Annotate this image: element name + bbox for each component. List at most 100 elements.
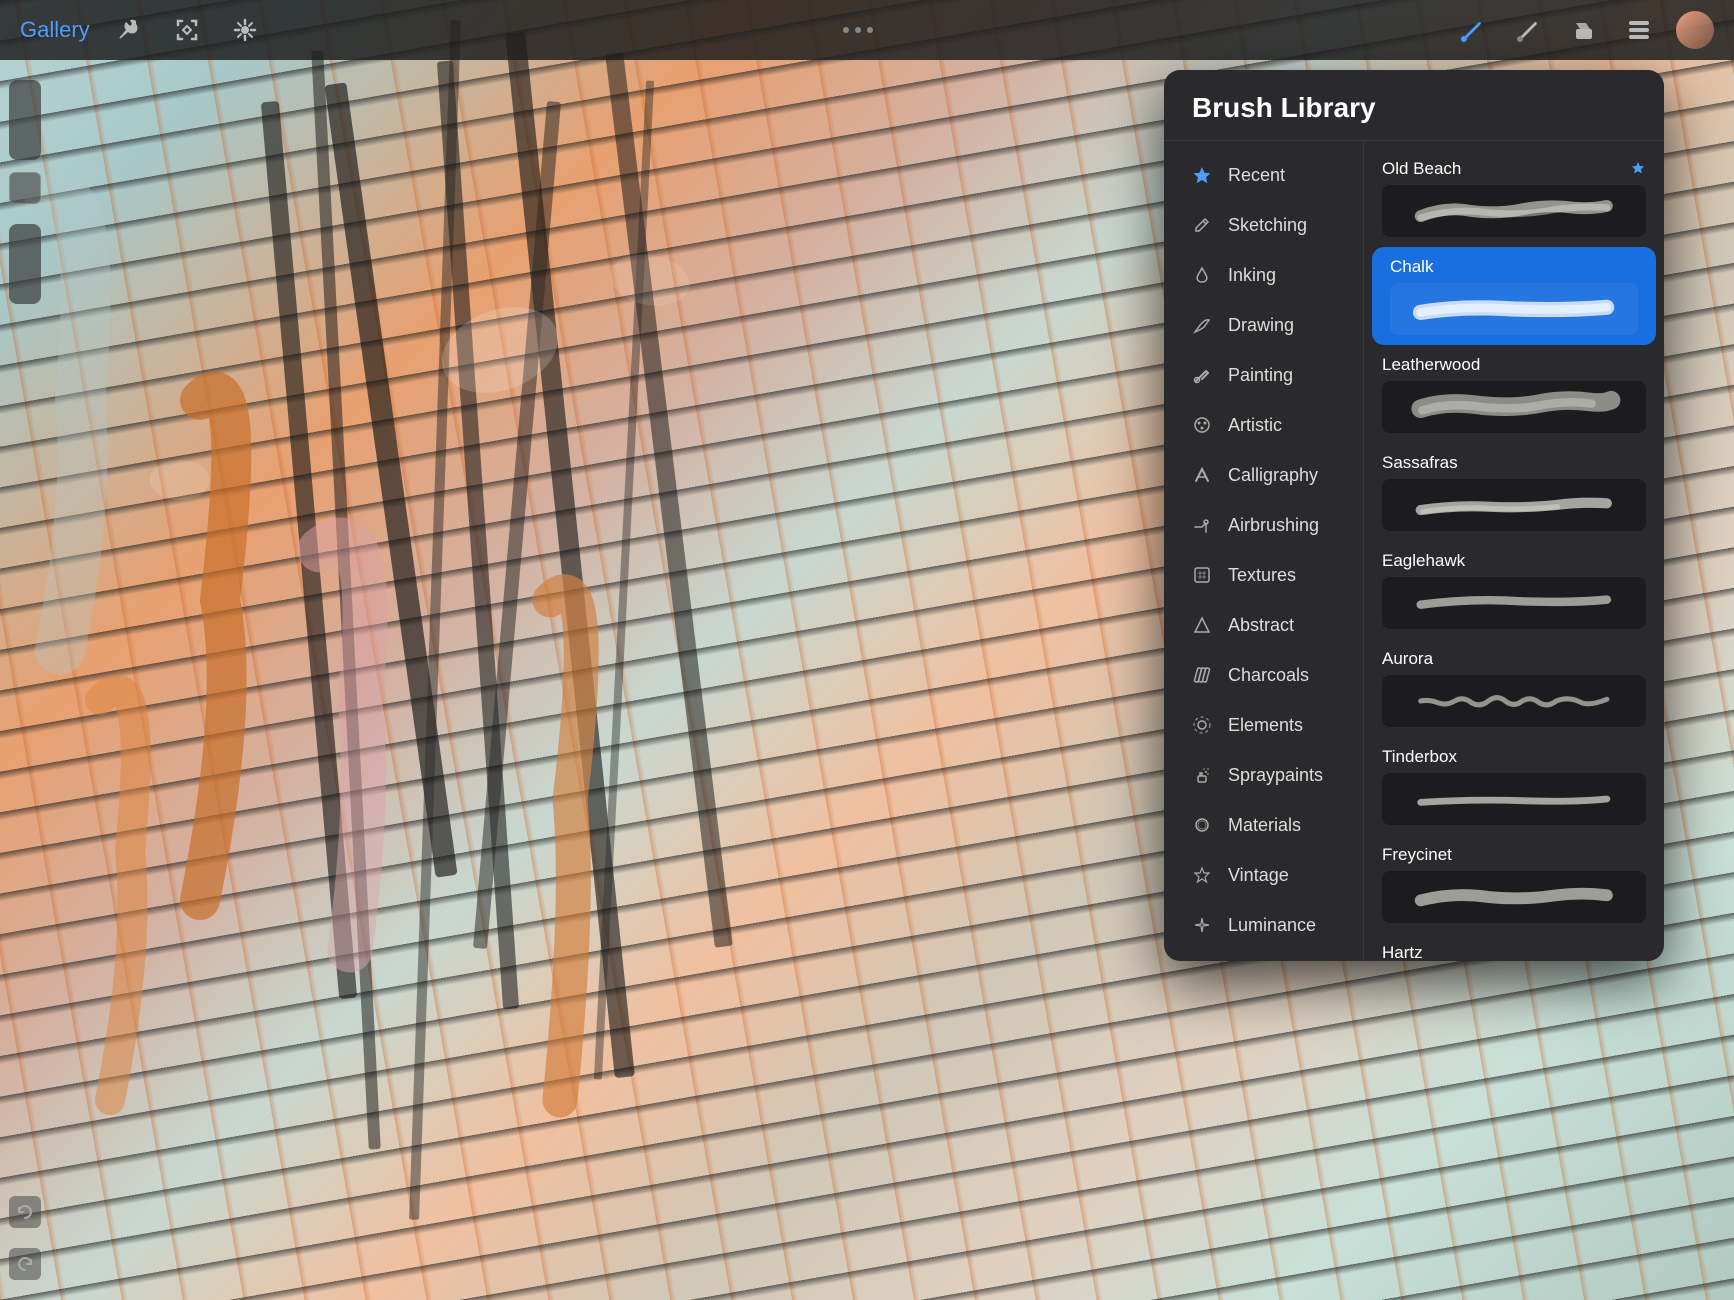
airbrushing-category-icon [1190, 513, 1214, 537]
category-item-vintage[interactable]: Vintage [1172, 851, 1355, 899]
drawing-category-icon [1190, 313, 1214, 337]
category-item-industrial[interactable]: Industrial [1172, 951, 1355, 961]
brush-name-eaglehawk: Eaglehawk [1382, 551, 1465, 571]
category-item-sketching[interactable]: Sketching [1172, 201, 1355, 249]
category-item-abstract[interactable]: Abstract [1172, 601, 1355, 649]
abstract-category-label: Abstract [1228, 615, 1294, 636]
brush-item-chalk[interactable]: Chalk [1372, 247, 1656, 345]
category-item-charcoals[interactable]: Charcoals [1172, 651, 1355, 699]
abstract-category-icon [1190, 613, 1214, 637]
brush-name-freycinet: Freycinet [1382, 845, 1452, 865]
brush-preview-leatherwood [1382, 381, 1646, 433]
spraypaints-category-icon [1190, 763, 1214, 787]
erase-tool-icon[interactable] [1564, 11, 1602, 49]
brush-library-header: Brush Library [1164, 70, 1664, 141]
textures-category-icon [1190, 563, 1214, 587]
layers-tool-icon[interactable] [1620, 11, 1658, 49]
elements-category-label: Elements [1228, 715, 1303, 736]
toolbar-center [843, 27, 873, 33]
calligraphy-category-label: Calligraphy [1228, 465, 1318, 486]
brush-preview-old-beach [1382, 185, 1646, 237]
selection-icon[interactable] [168, 11, 206, 49]
dot2 [855, 27, 861, 33]
artistic-category-icon [1190, 413, 1214, 437]
undo-button[interactable] [9, 1196, 41, 1228]
category-item-spraypaints[interactable]: Spraypaints [1172, 751, 1355, 799]
brush-preview-chalk [1390, 283, 1638, 335]
recent-category-icon [1190, 163, 1214, 187]
brush-name-hartz: Hartz [1382, 943, 1423, 961]
category-item-calligraphy[interactable]: Calligraphy [1172, 451, 1355, 499]
category-item-artistic[interactable]: Artistic [1172, 401, 1355, 449]
calligraphy-category-icon [1190, 463, 1214, 487]
brush-library-title: Brush Library [1192, 92, 1376, 123]
category-item-textures[interactable]: Textures [1172, 551, 1355, 599]
dot3 [867, 27, 873, 33]
brush-preview-aurora [1382, 675, 1646, 727]
materials-category-label: Materials [1228, 815, 1301, 836]
brush-item-sassafras[interactable]: Sassafras [1364, 443, 1664, 541]
wrench-icon[interactable] [110, 11, 148, 49]
brush-favorite-icon-old-beach[interactable] [1630, 160, 1646, 179]
brush-name-tinderbox: Tinderbox [1382, 747, 1457, 767]
sketching-category-label: Sketching [1228, 215, 1307, 236]
brush-item-freycinet[interactable]: Freycinet [1364, 835, 1664, 933]
inking-category-icon [1190, 263, 1214, 287]
painting-category-label: Painting [1228, 365, 1293, 386]
painting-category-icon [1190, 363, 1214, 387]
category-item-painting[interactable]: Painting [1172, 351, 1355, 399]
category-item-materials[interactable]: Materials [1172, 801, 1355, 849]
category-item-airbrushing[interactable]: Airbrushing [1172, 501, 1355, 549]
redo-button[interactable] [9, 1248, 41, 1280]
elements-category-icon [1190, 713, 1214, 737]
brush-name-sassafras: Sassafras [1382, 453, 1458, 473]
airbrushing-category-label: Airbrushing [1228, 515, 1319, 536]
vintage-category-label: Vintage [1228, 865, 1289, 886]
brush-library-body: Recent Sketching Inking Drawing Painting Arti… [1164, 141, 1664, 961]
artistic-category-label: Artistic [1228, 415, 1282, 436]
brush-item-eaglehawk[interactable]: Eaglehawk [1364, 541, 1664, 639]
category-item-elements[interactable]: Elements [1172, 701, 1355, 749]
left-sidebar [0, 60, 50, 1300]
toolbar-right [1452, 11, 1714, 49]
brush-preview-sassafras [1382, 479, 1646, 531]
gallery-button[interactable]: Gallery [20, 17, 90, 43]
brush-size-slider[interactable] [9, 80, 41, 160]
transform-icon[interactable] [226, 11, 264, 49]
brush-item-leatherwood[interactable]: Leatherwood [1364, 345, 1664, 443]
brush-item-hartz[interactable]: Hartz [1364, 933, 1664, 961]
vintage-category-icon [1190, 863, 1214, 887]
category-list: Recent Sketching Inking Drawing Painting Arti… [1164, 141, 1364, 961]
user-avatar[interactable] [1676, 11, 1714, 49]
opacity-slider[interactable] [9, 224, 41, 304]
smudge-tool-icon[interactable] [1508, 11, 1546, 49]
category-item-recent[interactable]: Recent [1172, 151, 1355, 199]
top-toolbar: Gallery [0, 0, 1734, 60]
dot1 [843, 27, 849, 33]
brush-name-old-beach: Old Beach [1382, 159, 1461, 179]
sketching-category-icon [1190, 213, 1214, 237]
category-item-drawing[interactable]: Drawing [1172, 301, 1355, 349]
inking-category-label: Inking [1228, 265, 1276, 286]
brush-library-panel: Brush Library Recent Sketching Inking Drawi… [1164, 70, 1664, 961]
brush-name-aurora: Aurora [1382, 649, 1433, 669]
brush-list: Old Beach Chalk Leatherwood Sassafras Eagleh… [1364, 141, 1664, 961]
charcoals-category-icon [1190, 663, 1214, 687]
brush-tool-icon[interactable] [1452, 11, 1490, 49]
toolbar-left: Gallery [20, 11, 264, 49]
primary-color-swatch[interactable] [9, 172, 41, 204]
materials-category-icon [1190, 813, 1214, 837]
brush-name-chalk: Chalk [1390, 257, 1433, 277]
brush-item-aurora[interactable]: Aurora [1364, 639, 1664, 737]
category-item-luminance[interactable]: Luminance [1172, 901, 1355, 949]
spraypaints-category-label: Spraypaints [1228, 765, 1323, 786]
brush-item-tinderbox[interactable]: Tinderbox [1364, 737, 1664, 835]
category-item-inking[interactable]: Inking [1172, 251, 1355, 299]
brush-item-old-beach[interactable]: Old Beach [1364, 149, 1664, 247]
charcoals-category-label: Charcoals [1228, 665, 1309, 686]
luminance-category-icon [1190, 913, 1214, 937]
recent-category-label: Recent [1228, 165, 1285, 186]
brush-preview-tinderbox [1382, 773, 1646, 825]
brush-name-leatherwood: Leatherwood [1382, 355, 1480, 375]
drawing-category-label: Drawing [1228, 315, 1294, 336]
